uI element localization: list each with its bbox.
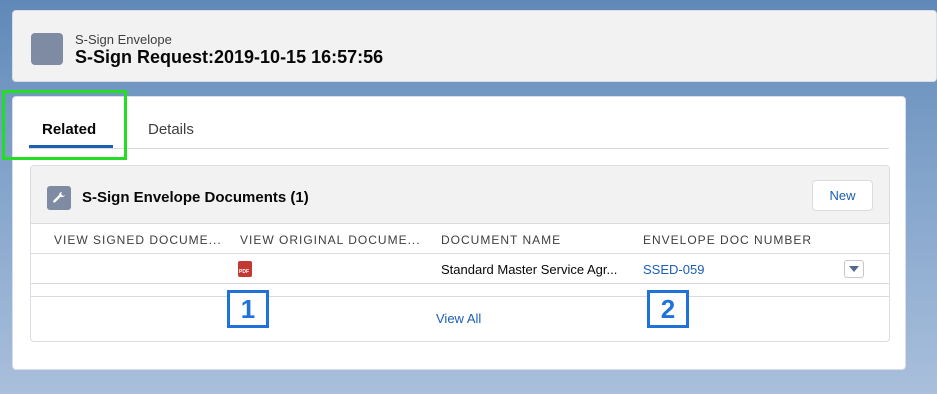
related-list-card: S-Sign Envelope Documents (1) New VIEW S… [30,165,890,342]
column-header-view-original[interactable]: VIEW ORIGINAL DOCUME... [240,233,421,247]
related-list-title: S-Sign Envelope Documents (1) [82,189,309,206]
column-header-envelope-doc-number[interactable]: ENVELOPE DOC NUMBER [643,233,812,247]
related-list-header: S-Sign Envelope Documents (1) New [31,166,889,224]
pdf-icon[interactable]: PDF [238,261,252,277]
document-name-cell: Standard Master Service Agr... [441,262,618,277]
highlight-box [2,90,127,160]
record-header: S-Sign Envelope S-Sign Request:2019-10-1… [12,10,937,82]
envelope-doc-number-link[interactable]: SSED-059 [643,262,704,277]
tab-bar: Related Details [29,97,889,149]
record-title: S-Sign Request:2019-10-15 16:57:56 [75,47,384,67]
column-header-document-name[interactable]: DOCUMENT NAME [441,233,561,247]
table-divider [31,285,889,297]
table-header: VIEW SIGNED DOCUME... VIEW ORIGINAL DOCU… [31,224,889,254]
new-button[interactable]: New [812,180,873,211]
table-row: PDF Standard Master Service Agr... SSED-… [31,254,889,284]
marker-2: 2 [647,290,689,328]
column-header-view-signed[interactable]: VIEW SIGNED DOCUME... [54,233,222,247]
view-all-link[interactable]: View All [436,311,481,326]
wrench-icon [47,186,71,210]
record-detail-card: Related Details S-Sign Envelope Document… [12,96,906,370]
marker-1: 1 [227,290,269,328]
tab-details[interactable]: Details [148,121,194,138]
record-type-label: S-Sign Envelope [75,32,172,47]
row-actions-dropdown[interactable] [844,260,864,278]
record-type-icon [31,33,63,65]
